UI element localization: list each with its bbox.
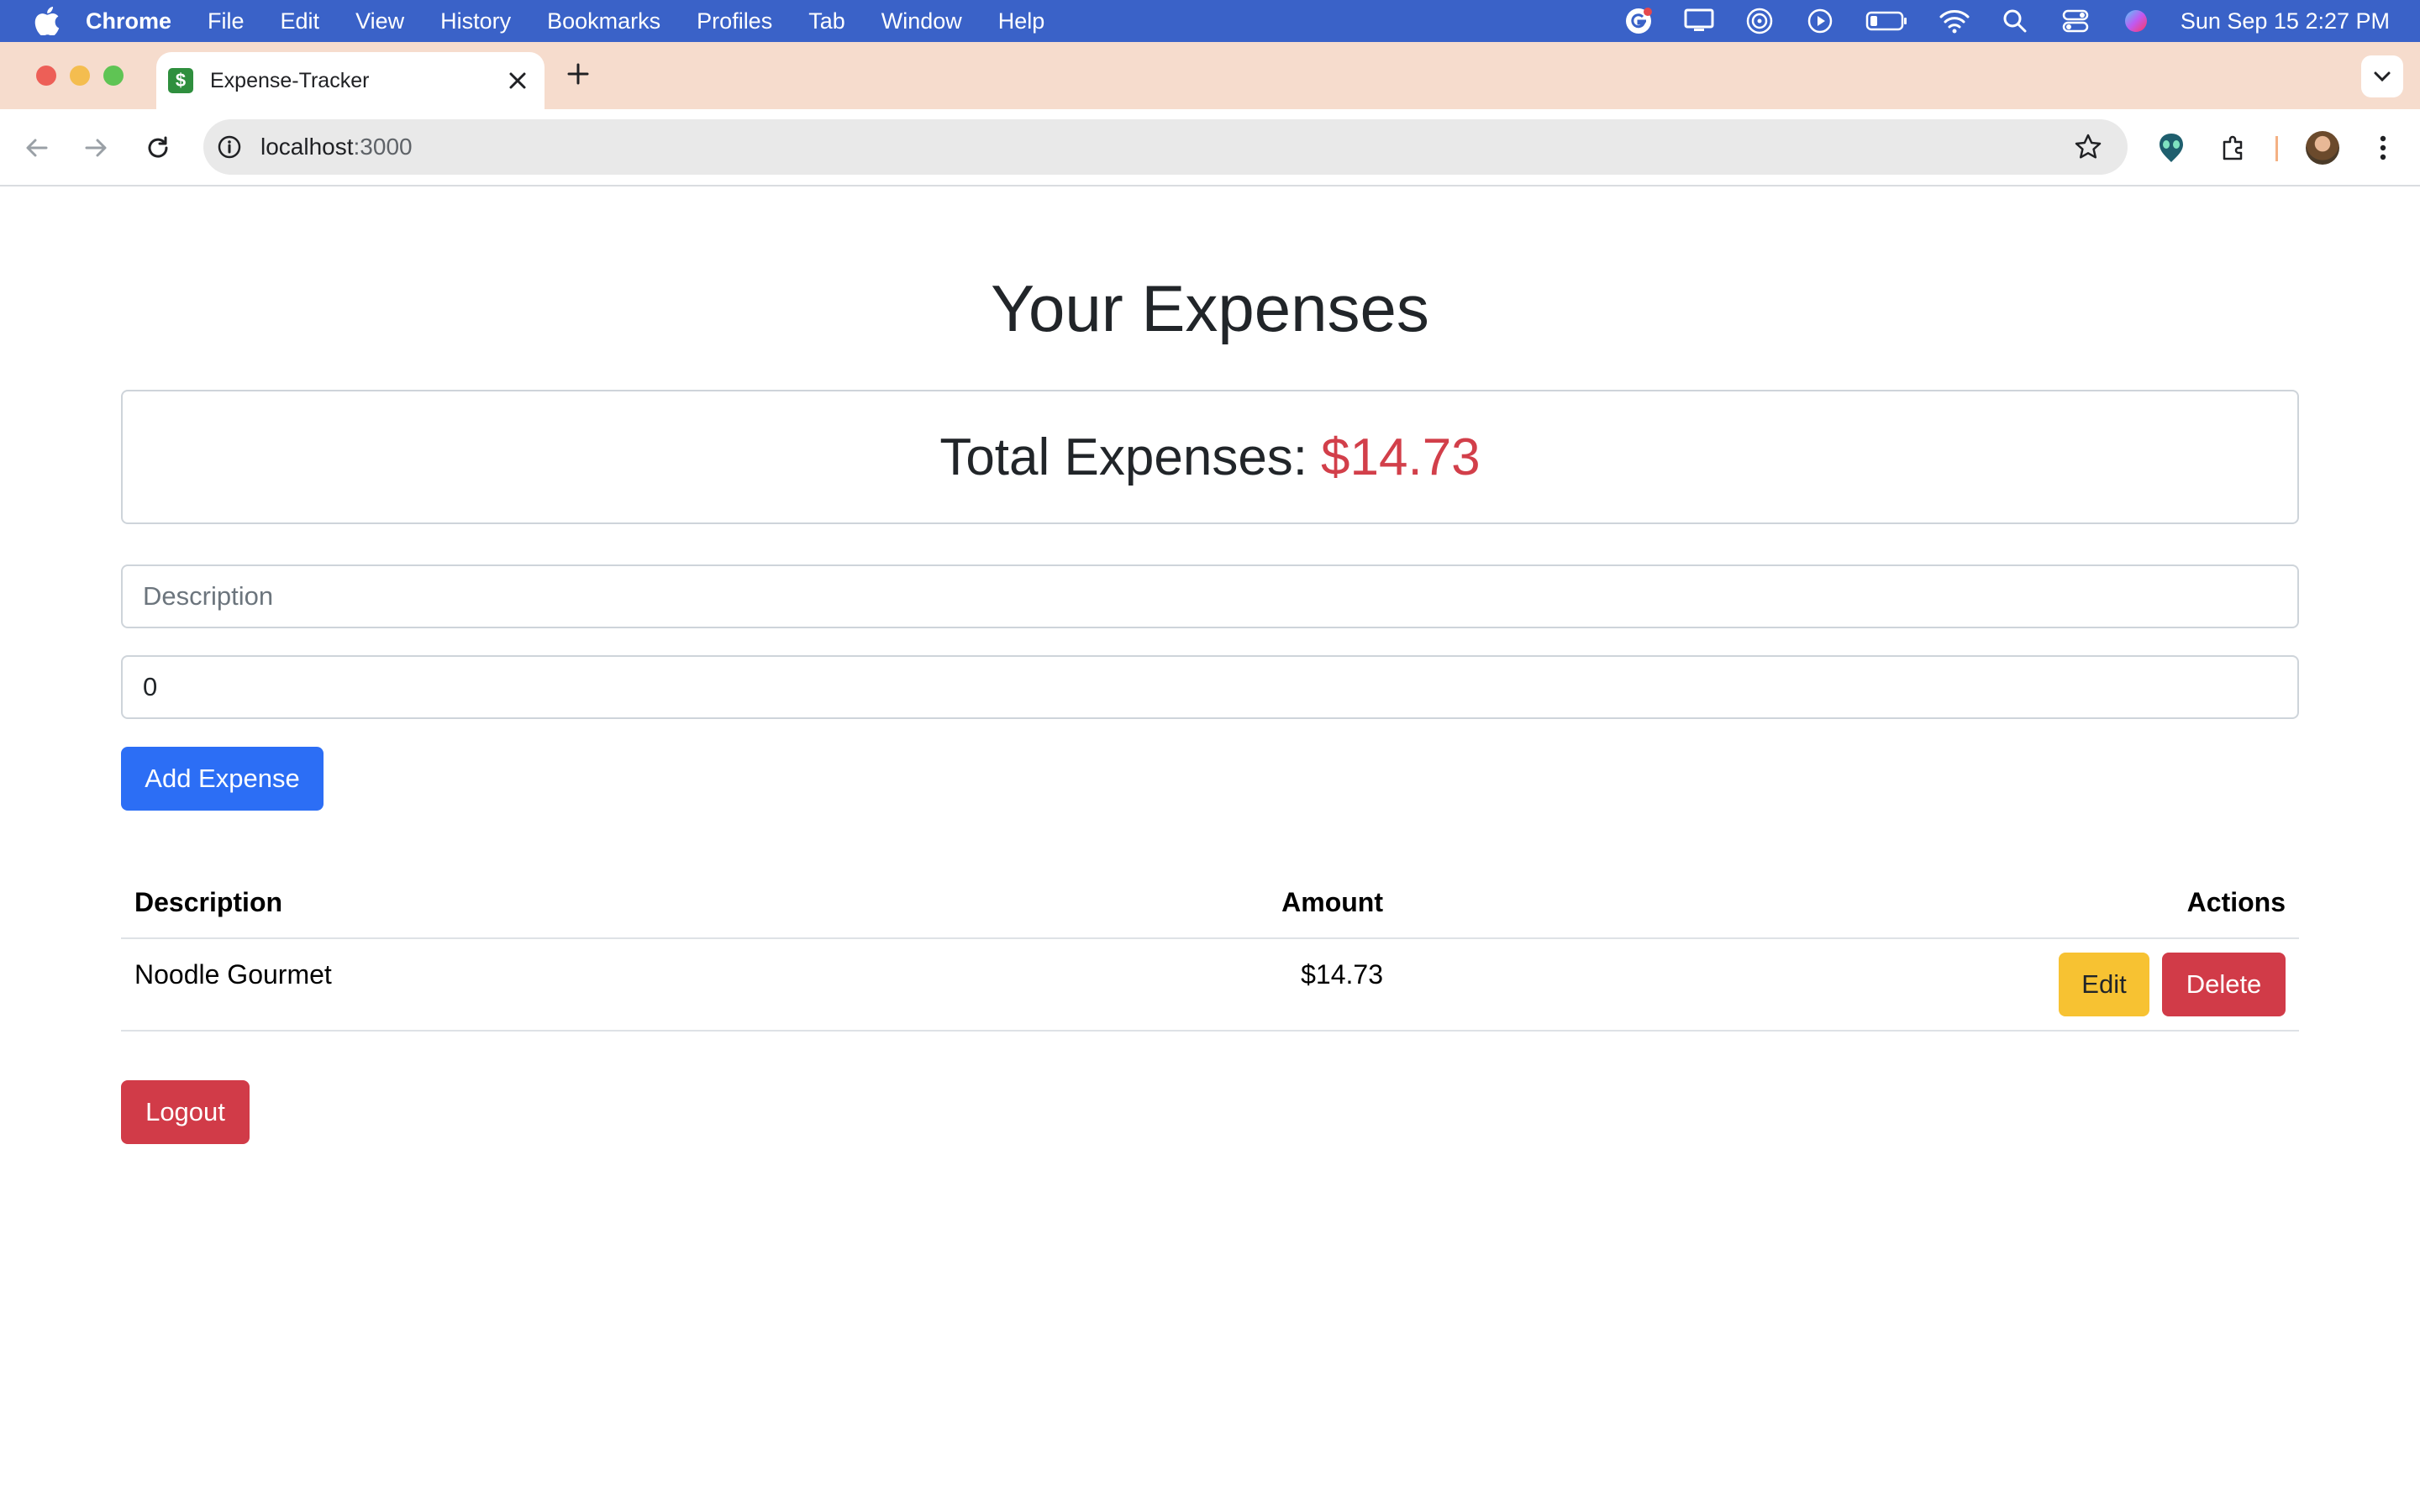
wifi-icon[interactable] [1939, 5, 1970, 37]
display-icon[interactable] [1683, 5, 1715, 37]
battery-icon[interactable] [1865, 5, 1910, 37]
page-content: Your Expenses Total Expenses: $14.73 Add… [0, 186, 2420, 1512]
new-tab-button[interactable] [563, 59, 593, 89]
forward-icon[interactable] [77, 129, 114, 166]
kebab-menu-icon[interactable] [2365, 129, 2402, 166]
total-amount: $14.73 [1321, 428, 1481, 486]
menu-tab[interactable]: Tab [808, 8, 845, 34]
dollar-favicon-icon: $ [168, 68, 193, 93]
logout-button[interactable]: Logout [121, 1080, 250, 1144]
bookmark-star-icon[interactable] [2074, 133, 2102, 161]
url-text: localhost:3000 [260, 134, 413, 160]
table-header: Description Amount Actions [121, 858, 2299, 939]
tab-expense-tracker[interactable]: $ Expense-Tracker [156, 52, 544, 109]
minimize-window-button[interactable] [70, 66, 90, 86]
header-description: Description [134, 887, 283, 917]
menu-help[interactable]: Help [998, 8, 1045, 34]
site-info-icon[interactable] [215, 133, 244, 161]
total-label: Total Expenses: [939, 428, 1308, 486]
browser-toolbar: localhost:3000 [0, 109, 2420, 186]
page-title: Your Expenses [991, 271, 1429, 345]
menu-bookmarks[interactable]: Bookmarks [547, 8, 660, 34]
apple-icon[interactable] [30, 4, 64, 38]
spotlight-search-icon[interactable] [1999, 5, 2031, 37]
play-icon[interactable] [1804, 5, 1836, 37]
tab-search-button[interactable] [2361, 55, 2403, 97]
back-icon[interactable] [18, 129, 55, 166]
menu-view[interactable]: View [355, 8, 404, 34]
header-actions: Actions [2186, 887, 2286, 917]
expenses-table: Description Amount Actions Noodle Gourme… [121, 858, 2299, 1032]
tab-title: Expense-Tracker [210, 68, 370, 92]
close-tab-icon[interactable] [504, 67, 531, 94]
airdrop-icon[interactable] [1744, 5, 1776, 37]
menu-file[interactable]: File [208, 8, 245, 34]
macos-menubar: Chrome File Edit View History Bookmarks … [0, 0, 2420, 42]
menu-edit[interactable]: Edit [281, 8, 320, 34]
grammarly-icon[interactable] [1623, 5, 1655, 37]
profile-avatar[interactable] [2306, 131, 2339, 165]
table-row: Noodle Gourmet $14.73 Edit Delete [121, 939, 2299, 1032]
amount-input[interactable] [121, 655, 2299, 719]
address-bar[interactable]: localhost:3000 [203, 119, 2128, 175]
menu-history[interactable]: History [440, 8, 511, 34]
close-window-button[interactable] [36, 66, 56, 86]
row-amount: $14.73 [1301, 959, 1383, 990]
zoom-window-button[interactable] [103, 66, 124, 86]
menu-profiles[interactable]: Profiles [697, 8, 772, 34]
tab-strip: $ Expense-Tracker [0, 42, 2420, 109]
url-port: :3000 [353, 134, 413, 160]
status-area: Sun Sep 15 2:27 PM [1594, 0, 2390, 42]
menubar-clock[interactable]: Sun Sep 15 2:27 PM [2181, 8, 2390, 34]
control-center-icon[interactable] [2060, 5, 2091, 37]
reload-icon[interactable] [139, 129, 176, 166]
total-expenses-card: Total Expenses: $14.73 [121, 390, 2299, 524]
row-description: Noodle Gourmet [134, 959, 332, 990]
extensions-puzzle-icon[interactable] [2215, 129, 2252, 166]
header-amount: Amount [1281, 887, 1383, 917]
menu-window[interactable]: Window [881, 8, 962, 34]
delete-button[interactable]: Delete [2162, 953, 2286, 1016]
menu-app-name[interactable]: Chrome [86, 8, 171, 34]
siri-icon[interactable] [2120, 5, 2152, 37]
toolbar-divider [2275, 136, 2278, 161]
description-input[interactable] [121, 564, 2299, 628]
url-host: localhost [260, 134, 354, 160]
edit-button[interactable]: Edit [2059, 953, 2149, 1016]
add-expense-button[interactable]: Add Expense [121, 747, 324, 811]
extension-alien-icon[interactable] [2153, 129, 2190, 166]
